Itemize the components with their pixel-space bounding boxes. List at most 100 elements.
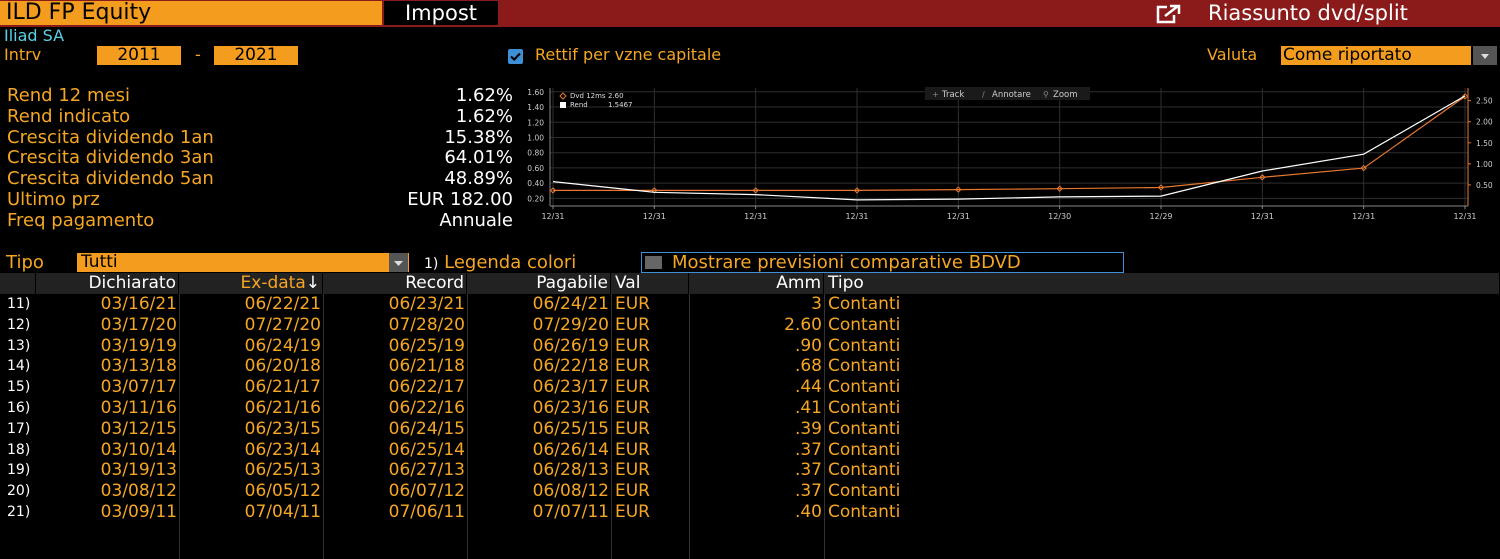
chart-controls: + Track ∕ Annotare ⚲ Zoom — [925, 87, 1090, 100]
record-cell: 06/25/19 — [388, 335, 465, 356]
amount-cell: .40 — [794, 502, 822, 522]
stat-label: Freq pagamento — [7, 209, 155, 231]
y-right-tick-label: 2.00 — [1476, 118, 1493, 127]
exdate-cell: 06/23/15 — [244, 418, 321, 439]
x-tick-label: 12/31 — [1251, 212, 1274, 221]
legend-label: Legenda colori — [444, 252, 577, 273]
stat-value: 1.62% — [455, 85, 513, 106]
ticker-field[interactable]: ILD FP Equity — [0, 1, 382, 25]
declared-cell: 03/12/15 — [100, 418, 177, 439]
currency-cell: EUR — [615, 460, 650, 481]
page-title: Riassunto dvd/split — [1208, 1, 1408, 25]
payable-cell: 06/26/14 — [532, 439, 609, 460]
column-divider — [467, 294, 468, 559]
pencil-icon: ∕ — [982, 90, 985, 99]
series-line-1 — [552, 95, 1466, 201]
declared-column-header[interactable]: Dichiarato — [36, 273, 179, 294]
table-row[interactable]: 12) 03/17/20 07/27/20 07/28/20 07/29/20 EUR 2.… — [0, 315, 1500, 336]
currency-cell: EUR — [615, 439, 650, 460]
type-select[interactable]: Tutti — [77, 253, 409, 272]
record-cell: 06/24/15 — [388, 418, 465, 439]
row-index: 13) — [7, 337, 31, 354]
amount-cell: .90 — [794, 335, 822, 356]
bdvd-checkbox[interactable] — [645, 256, 662, 269]
chart-zoom-label: Zoom — [1053, 90, 1078, 100]
dividend-chart[interactable]: 12/31 12/31 12/31 12/31 12/31 12/30 12/29 12/31… — [520, 84, 1500, 230]
stat-label: Rend 12 mesi — [7, 85, 130, 106]
chevron-down-icon[interactable] — [389, 253, 408, 272]
rettif-checkbox[interactable] — [508, 49, 523, 64]
year-to-input[interactable]: 2021 — [214, 46, 298, 65]
interval-separator: - — [195, 45, 201, 64]
currency-select[interactable]: Come riportato — [1281, 46, 1471, 65]
table-row[interactable]: 15) 03/07/17 06/21/17 06/22/17 06/23/17 EUR .4… — [0, 377, 1500, 398]
amount-cell: .37 — [794, 481, 822, 502]
table-row[interactable]: 13) 03/19/19 06/24/19 06/25/19 06/26/19 EUR .9… — [0, 336, 1500, 357]
chart-zoom-button[interactable]: ⚲ Zoom — [1043, 90, 1078, 100]
y-left-tick-label: 1.00 — [527, 133, 544, 142]
chart-track-button[interactable]: + Track — [932, 90, 964, 100]
type-column-header[interactable]: Tipo — [824, 273, 1500, 294]
settings-button[interactable]: Impost — [384, 1, 498, 25]
amount-column-header[interactable]: Amm — [689, 273, 824, 294]
type-cell: Contanti — [828, 481, 901, 502]
exdate-cell: 06/23/14 — [244, 439, 321, 460]
check-icon — [510, 52, 521, 62]
currency-cell: EUR — [615, 356, 650, 377]
exdate-cell: 06/21/17 — [244, 377, 321, 398]
currency-cell: EUR — [615, 377, 650, 398]
external-link-icon[interactable] — [1156, 4, 1182, 24]
y-right-tick-label: 1.50 — [1476, 139, 1493, 148]
stat-value: Annuale — [439, 209, 513, 231]
row-index: 12) — [7, 316, 31, 333]
currency-cell: EUR — [615, 398, 650, 418]
declared-cell: 03/11/16 — [100, 398, 177, 418]
stat-value: 1.62% — [455, 105, 513, 127]
exdate-column-header[interactable]: Ex-data↓ — [179, 273, 323, 294]
declared-cell: 03/08/12 — [100, 481, 177, 502]
currency-column-header[interactable]: Val — [611, 273, 689, 294]
record-column-header[interactable]: Record — [323, 273, 467, 294]
payable-column-header[interactable]: Pagabile — [467, 273, 611, 294]
x-tick-label: 12/31 — [541, 212, 564, 221]
chevron-down-icon[interactable] — [1473, 46, 1497, 65]
record-cell: 07/06/11 — [388, 502, 465, 522]
stat-label: Crescita dividendo 1an — [7, 126, 214, 148]
payable-cell: 06/26/19 — [532, 335, 609, 356]
table-row[interactable]: 17) 03/12/15 06/23/15 06/24/15 06/25/15 EUR .3… — [0, 419, 1500, 440]
record-cell: 06/25/14 — [388, 439, 465, 460]
declared-cell: 03/09/11 — [100, 502, 177, 522]
column-divider — [689, 294, 690, 559]
table-row[interactable]: 11) 03/16/21 06/22/21 06/23/21 06/24/21 EUR 3 C… — [0, 294, 1500, 315]
amount-cell: .39 — [794, 418, 822, 439]
column-divider — [611, 294, 612, 559]
table-row[interactable]: 20) 03/08/12 06/05/12 06/07/12 06/08/12 EUR .3… — [0, 481, 1500, 502]
x-tick-label: 12/31 — [845, 212, 868, 221]
color-legend-link[interactable]: 1) Legenda colori — [424, 252, 576, 275]
bdvd-label: Mostrare previsioni comparative BDVD — [672, 252, 1021, 273]
row-index: 19) — [7, 462, 31, 479]
x-tick-label: 12/31 — [1352, 212, 1375, 221]
stat-value: 64.01% — [444, 147, 513, 169]
x-tick-label: 12/30 — [1048, 212, 1071, 221]
row-index: 18) — [7, 441, 31, 458]
table-row[interactable]: 14) 03/13/18 06/20/18 06/21/18 06/22/18 EUR .6… — [0, 356, 1500, 377]
table-row[interactable]: 18) 03/10/14 06/23/14 06/25/14 06/26/14 EUR .3… — [0, 440, 1500, 461]
series-line-0 — [553, 95, 1466, 192]
table-row[interactable]: 19) 03/19/13 06/25/13 06/27/13 06/28/13 EUR .3… — [0, 460, 1500, 481]
chart-annotate-label: Annotare — [992, 90, 1031, 100]
row-index: 17) — [7, 420, 31, 437]
x-tick-label: 12/31 — [947, 212, 970, 221]
table-row[interactable]: 21) 03/09/11 07/04/11 07/06/11 07/07/11 EUR .4… — [0, 502, 1500, 523]
legend-series-name: Rend — [570, 101, 588, 109]
x-tick-label: 12/31 — [1453, 212, 1476, 221]
year-from-input[interactable]: 2011 — [97, 46, 181, 65]
table-row[interactable]: 16) 03/11/16 06/21/16 06/22/16 06/23/16 EUR .4… — [0, 398, 1500, 419]
row-index: 21) — [7, 504, 31, 520]
payable-cell: 06/08/12 — [532, 481, 609, 502]
exdate-cell: 06/20/18 — [244, 356, 321, 377]
zoom-icon: ⚲ — [1043, 90, 1049, 99]
legend-marker — [559, 92, 567, 100]
y-right-tick-label: 1.00 — [1476, 160, 1493, 169]
type-cell: Contanti — [828, 294, 901, 314]
